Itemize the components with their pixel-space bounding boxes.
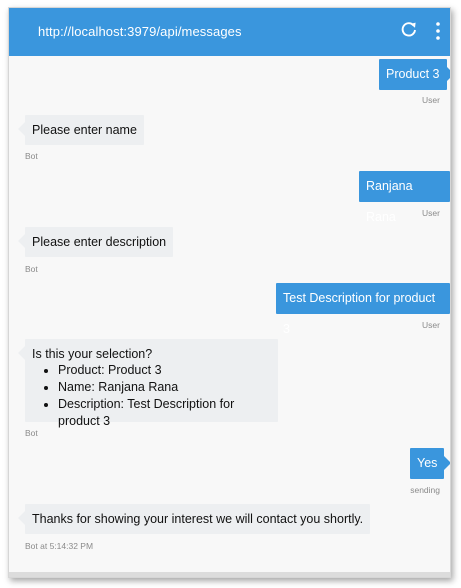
message-meta: Bot [25, 264, 38, 274]
chat-header: http://localhost:3979/api/messages [9, 8, 450, 56]
message-meta: Bot [25, 428, 38, 438]
chat-window: http://localhost:3979/api/messages Produ… [8, 7, 451, 578]
bot-message: Thanks for showing your interest we will… [17, 504, 371, 534]
more-vertical-icon[interactable] [433, 21, 443, 41]
message-text: Is this your selection? [32, 347, 153, 361]
user-message: Test Description for product 3 [276, 283, 450, 336]
list-item: Name: Ranjana Rana [58, 379, 271, 396]
message-text: Ranjana Rana [366, 179, 413, 224]
message-meta: Bot [25, 151, 38, 161]
input-area-edge [9, 572, 450, 577]
list-item: Description: Test Description for produc… [58, 396, 271, 430]
message-text: Yes [417, 456, 438, 470]
bot-message: Is this your selection? Product: Product… [18, 339, 278, 428]
message-text: Please enter name [32, 123, 137, 137]
endpoint-url: http://localhost:3979/api/messages [38, 24, 242, 39]
list-item: Product: Product 3 [58, 362, 271, 379]
user-message: Ranjana Rana [359, 171, 450, 224]
message-text: Product 3 [386, 67, 440, 81]
message-status: sending [410, 485, 440, 495]
bot-message: Please enter description [17, 227, 174, 257]
message-text: Please enter description [32, 235, 167, 249]
message-meta: User [422, 208, 440, 218]
user-message: Product 3 [379, 59, 450, 90]
selection-list: Product: Product 3 Name: Ranjana Rana De… [32, 362, 271, 430]
message-text: Thanks for showing your interest we will… [32, 512, 364, 526]
message-text: Test Description for product 3 [283, 291, 436, 336]
user-message: Yes [410, 448, 450, 479]
message-meta: User [422, 320, 440, 330]
bot-message: Please enter name [18, 115, 144, 145]
refresh-icon[interactable] [400, 21, 418, 39]
message-meta: User [422, 95, 440, 105]
message-meta: Bot at 5:14:32 PM [25, 541, 94, 551]
